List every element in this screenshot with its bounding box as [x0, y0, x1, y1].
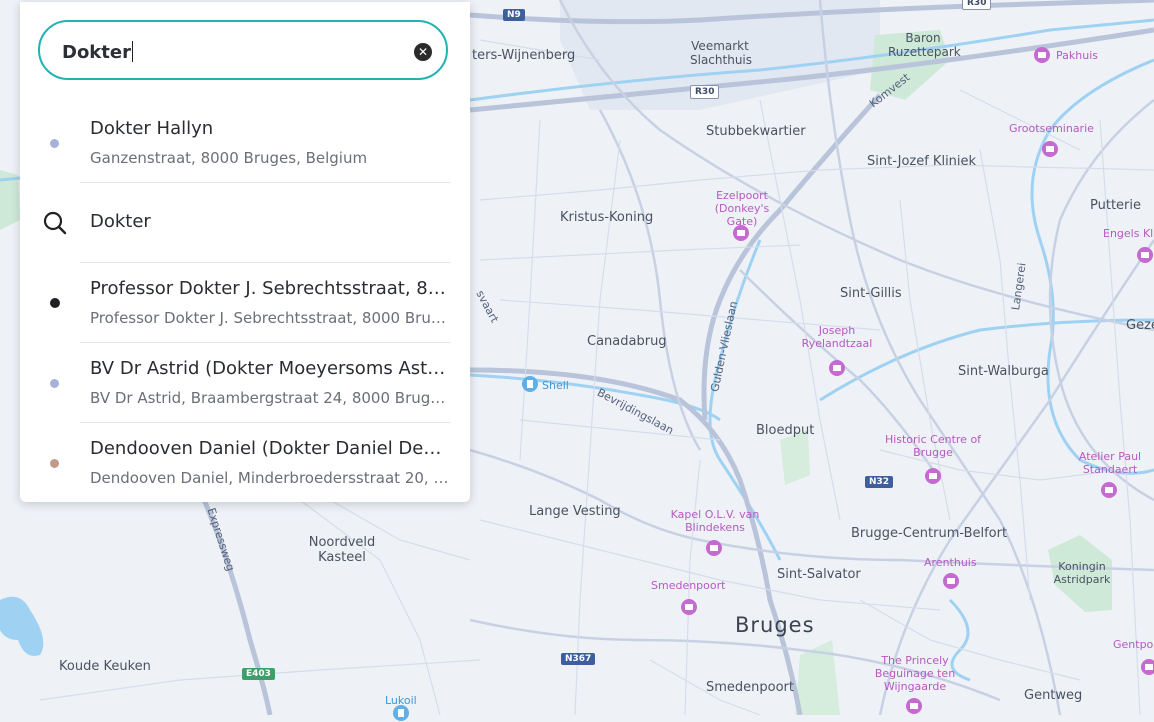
museum-pin-icon[interactable] — [705, 539, 723, 557]
clear-icon[interactable]: ✕ — [414, 43, 432, 61]
road-shield: R30 — [690, 85, 720, 99]
result-subtitle: Professor Dokter J. Sebrechtsstraat, 800… — [90, 309, 450, 327]
result-dot-icon — [50, 459, 59, 468]
search-suggestion-item[interactable]: Dokter — [20, 183, 470, 263]
museum-pin-icon[interactable] — [1140, 658, 1154, 676]
road-shield: N367 — [561, 653, 596, 665]
result-dot-icon — [50, 379, 59, 388]
museum-pin-icon[interactable] — [1136, 246, 1154, 264]
road-shield: E403 — [242, 668, 275, 680]
divider — [80, 342, 450, 343]
museum-pin-icon[interactable] — [1100, 481, 1118, 499]
text-caret — [131, 41, 133, 62]
result-dot-icon — [50, 298, 60, 308]
divider — [80, 262, 450, 263]
search-result-item[interactable]: Dendooven Daniel (Dokter Daniel Dendoove… — [20, 424, 470, 504]
road-shield: N32 — [865, 476, 894, 488]
result-title: Dendooven Daniel (Dokter Daniel Dendoove… — [90, 438, 450, 459]
search-query-text[interactable]: Dokter — [62, 41, 133, 63]
museum-pin-icon[interactable] — [942, 572, 960, 590]
result-title: Dokter Hallyn — [90, 118, 214, 139]
museum-pin-icon[interactable] — [1033, 46, 1051, 64]
search-result-item[interactable]: BV Dr Astrid (Dokter Moeyersoms Astrid) … — [20, 344, 470, 424]
search-input[interactable]: Dokter ✕ — [38, 20, 448, 80]
museum-pin-icon[interactable] — [924, 467, 942, 485]
search-query-value: Dokter — [62, 42, 131, 63]
road-shield: N9 — [503, 9, 525, 21]
result-subtitle: Dendooven Daniel, Minderbroedersstraat 2… — [90, 469, 450, 487]
museum-pin-icon[interactable] — [905, 697, 923, 715]
search-result-item[interactable]: Dokter Hallyn Ganzenstraat, 8000 Bruges,… — [20, 104, 470, 184]
search-icon — [43, 211, 67, 235]
result-title: BV Dr Astrid (Dokter Moeyersoms Astrid) — [90, 358, 450, 379]
search-panel: Dokter ✕ Dokter Hallyn Ganzenstraat, 800… — [20, 2, 470, 502]
museum-pin-icon[interactable] — [828, 359, 846, 377]
search-result-item[interactable]: Professor Dokter J. Sebrechtsstraat, 800… — [20, 264, 470, 344]
fuel-pin-icon[interactable] — [392, 704, 410, 722]
museum-pin-icon[interactable] — [680, 598, 698, 616]
museum-pin-icon[interactable] — [1041, 140, 1059, 158]
result-subtitle: Ganzenstraat, 8000 Bruges, Belgium — [90, 149, 368, 167]
divider — [80, 422, 450, 423]
result-subtitle: BV Dr Astrid, Braambergstraat 24, 8000 B… — [90, 389, 450, 407]
result-title: Professor Dokter J. Sebrechtsstraat, 800… — [90, 278, 450, 299]
result-title: Dokter — [90, 211, 151, 232]
fuel-pin-icon[interactable] — [521, 375, 539, 393]
result-dot-icon — [50, 139, 59, 148]
museum-pin-icon[interactable] — [732, 224, 750, 242]
road-shield: R30 — [962, 0, 992, 10]
